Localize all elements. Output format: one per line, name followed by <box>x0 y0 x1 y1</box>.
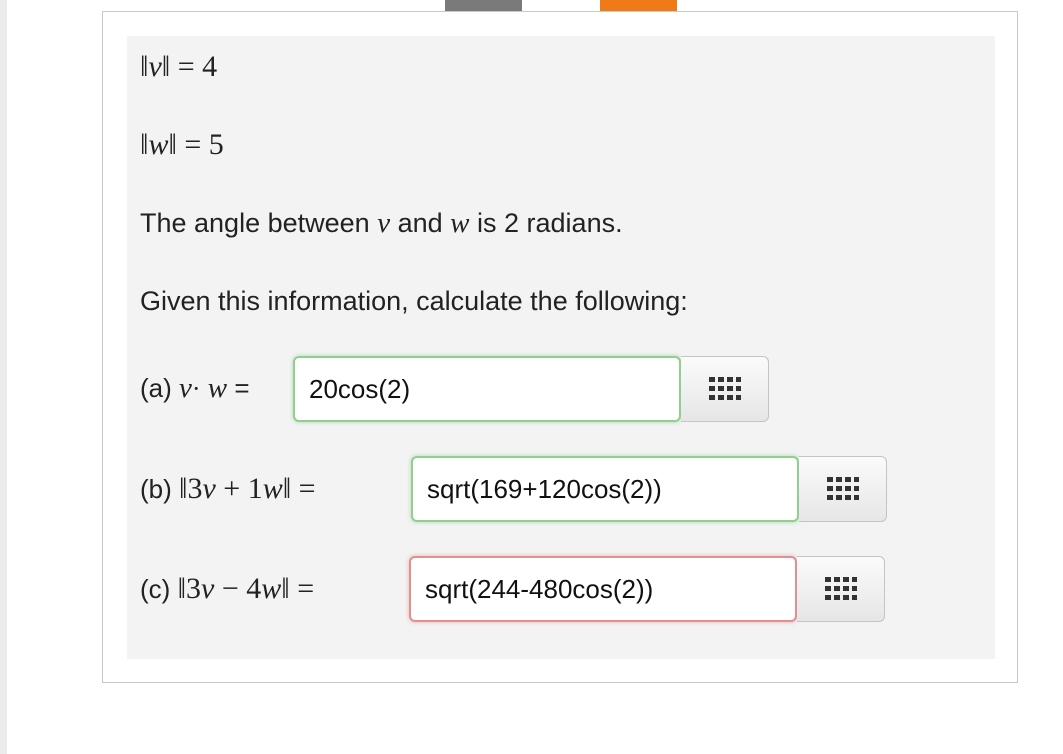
keypad-grid-icon <box>708 377 741 400</box>
part-b-answer-input[interactable]: sqrt(169+120cos(2)) <box>411 456 799 522</box>
norm-v-equation: ‖v‖ = 4 <box>140 50 218 83</box>
part-a-keypad-button[interactable] <box>681 356 769 422</box>
instruction-text: Given this information, calculate the fo… <box>140 286 688 316</box>
norm-w-equation: ‖w‖ = 5 <box>140 128 224 161</box>
keypad-grid-icon <box>824 577 857 600</box>
angle-statement: The angle between v and w is 2 radians. <box>140 207 623 239</box>
part-a-prompt: (a) v· w = <box>140 372 250 404</box>
keypad-grid-icon <box>826 477 859 500</box>
part-a-answer-input[interactable]: 20cos(2) <box>293 356 681 422</box>
part-b-keypad-button[interactable] <box>799 456 887 522</box>
part-b-prompt: (b) ‖3v + 1w‖ = <box>140 472 316 505</box>
top-tab-orange[interactable] <box>600 0 677 11</box>
part-c-prompt: (c) ‖3v − 4w‖ = <box>140 572 315 605</box>
left-scroll-strip <box>0 0 7 754</box>
part-c-keypad-button[interactable] <box>797 556 885 622</box>
part-c-answer-input[interactable]: sqrt(244-480cos(2)) <box>409 556 797 622</box>
top-tab-gray[interactable] <box>445 0 522 11</box>
